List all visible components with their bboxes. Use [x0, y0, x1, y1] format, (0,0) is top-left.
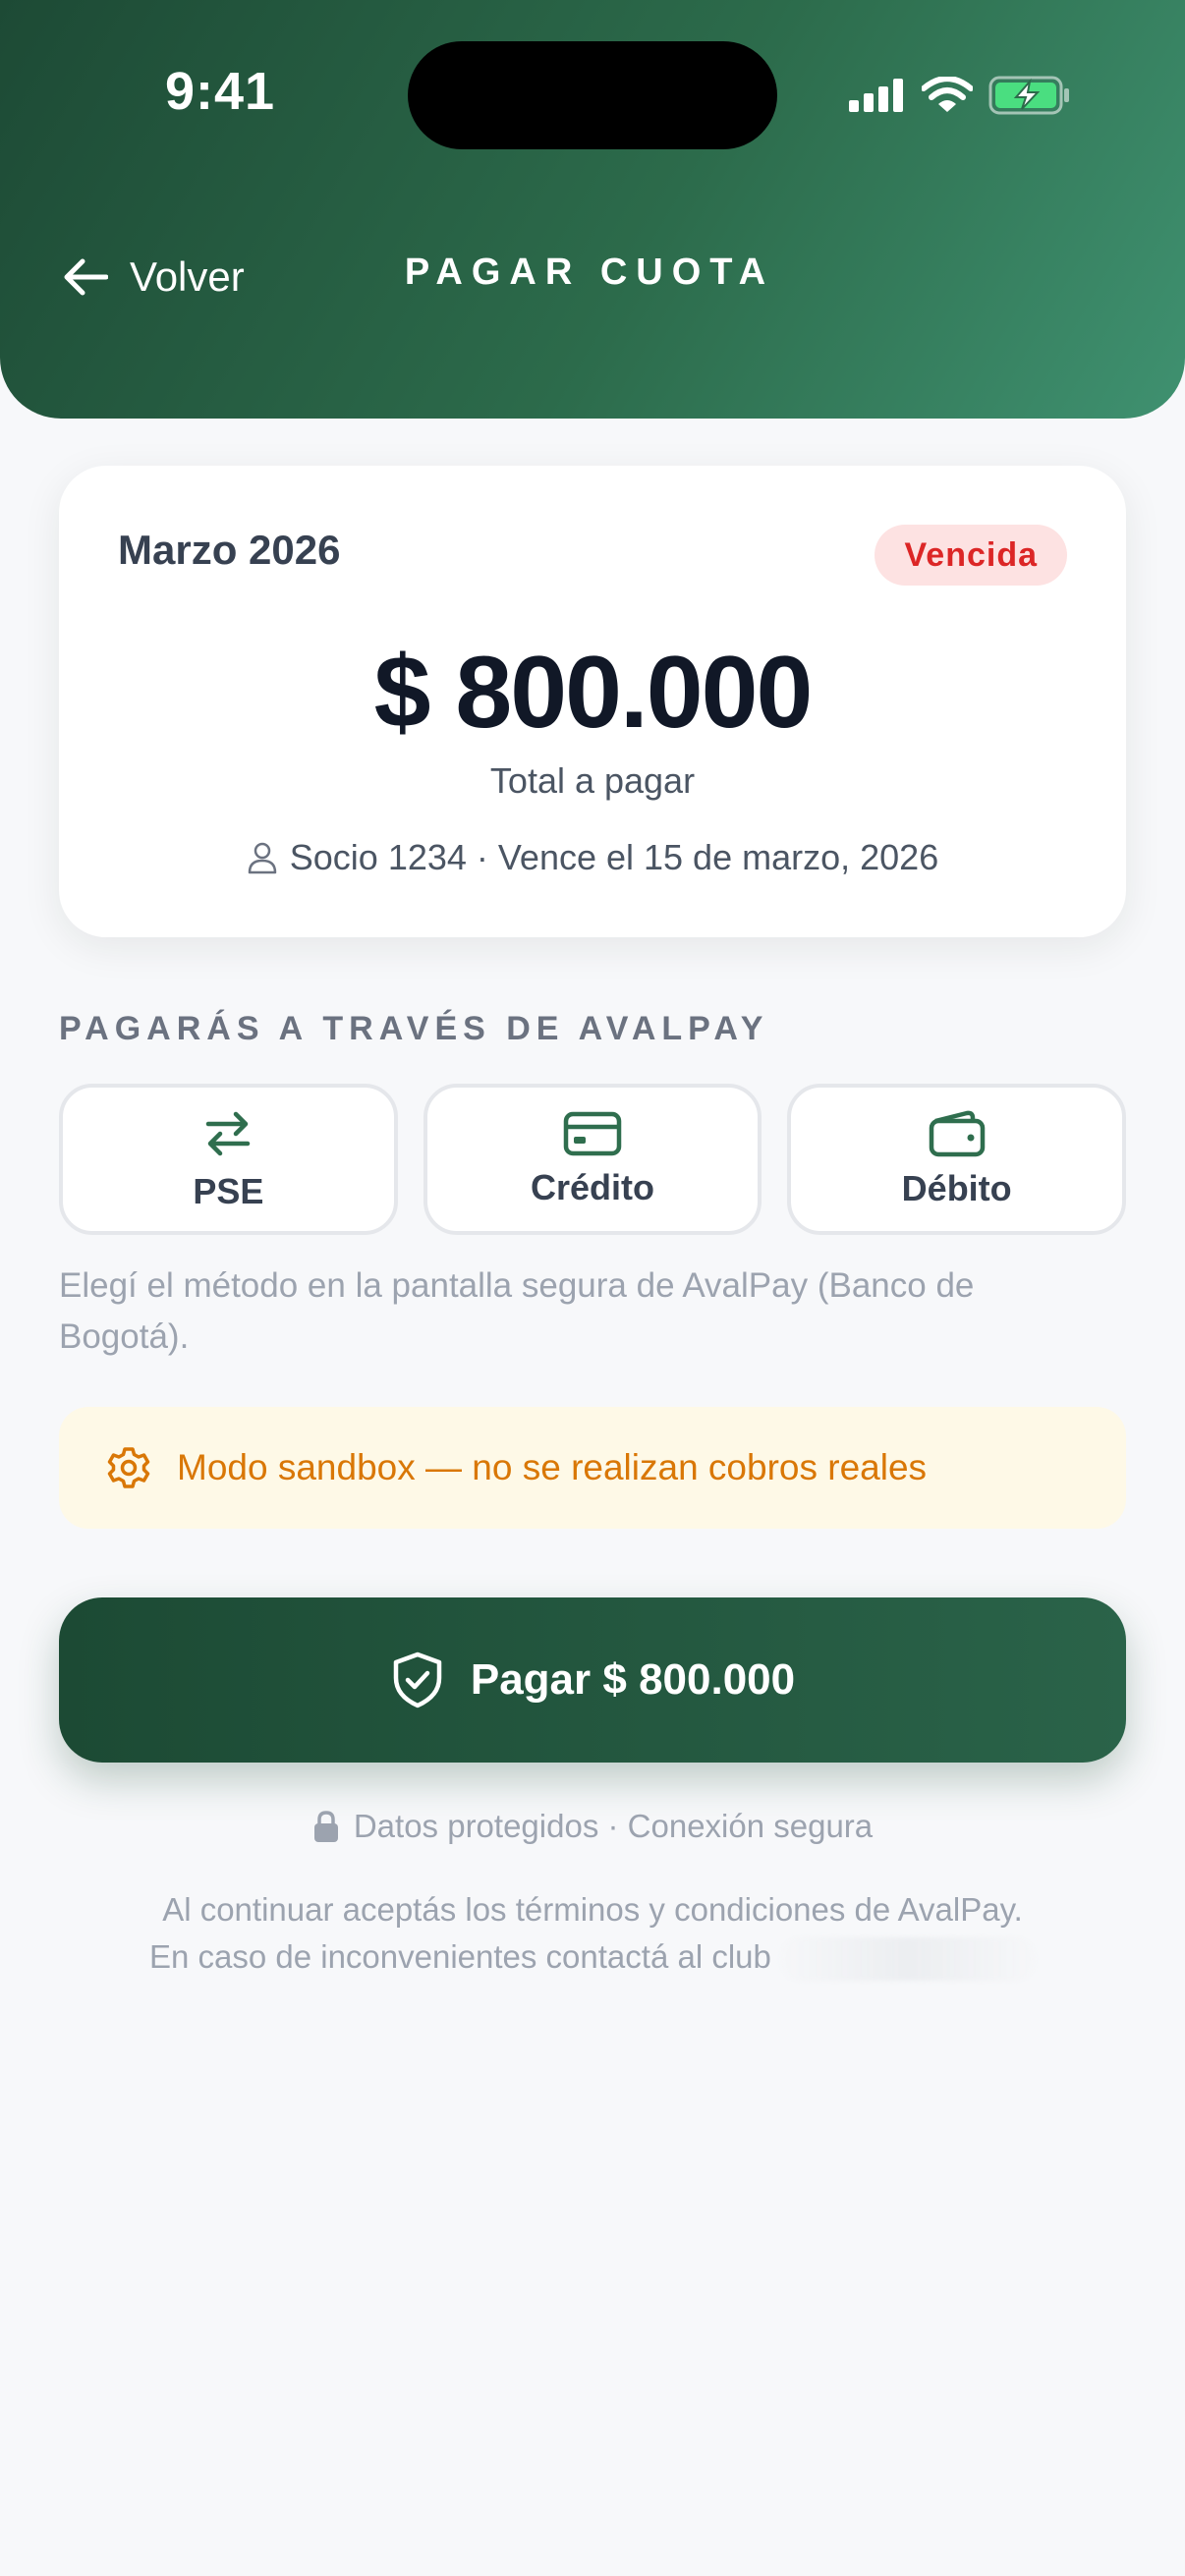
period-label: Marzo 2026	[118, 527, 341, 573]
user-icon	[248, 842, 277, 874]
wifi-icon	[922, 77, 973, 112]
security-note: Datos protegidos · Conexión segura	[0, 1808, 1185, 1845]
cellular-signal-icon	[849, 79, 903, 112]
terms-text: Al continuar aceptás los términos y cond…	[0, 1886, 1185, 1982]
status-badge: Vencida	[875, 525, 1067, 586]
header: 9:41 Volver PAGAR CUOTA	[0, 0, 1185, 419]
method-debito[interactable]: Débito	[787, 1084, 1127, 1235]
method-credito-label: Crédito	[531, 1167, 654, 1207]
page-title: PAGAR CUOTA	[404, 252, 775, 293]
method-credito[interactable]: Crédito	[423, 1084, 762, 1235]
amount-total: $ 800.000	[373, 636, 814, 750]
status-icons	[849, 71, 1071, 120]
status-time: 9:41	[165, 62, 276, 121]
terms-line-2-text: En caso de inconvenientes contactá al cl…	[148, 1938, 771, 1975]
member-due-info: Socio 1234 · Vence el 15 de marzo, 2026	[59, 837, 1126, 878]
amount-label: Total a pagar	[489, 760, 696, 801]
credit-card-icon	[563, 1111, 622, 1156]
redacted-contact	[780, 1937, 1037, 1982]
battery-charging-icon	[988, 76, 1069, 115]
terms-line-1: Al continuar aceptás los términos y cond…	[162, 1891, 1023, 1928]
payment-helper-text: Elegí el método en la pantalla segura de…	[59, 1266, 975, 1356]
method-pse[interactable]: PSE	[59, 1084, 398, 1235]
wallet-icon	[929, 1110, 985, 1157]
pay-button-label: Pagar $ 800.000	[470, 1655, 796, 1704]
sandbox-text: Modo sandbox — no se realizan cobros rea…	[177, 1447, 928, 1487]
terms-line-2: En caso de inconvenientes contactá al cl…	[0, 1933, 1185, 1982]
payment-section-label: PAGARÁS A TRAVÉS DE AVALPAY	[59, 1010, 769, 1047]
pay-button[interactable]: Pagar $ 800.000	[59, 1597, 1126, 1763]
shield-check-icon	[393, 1652, 442, 1708]
dynamic-island	[408, 41, 777, 149]
arrows-exchange-icon	[206, 1111, 251, 1156]
method-debito-label: Débito	[901, 1168, 1012, 1208]
lock-icon	[313, 1811, 338, 1842]
payment-methods: PSE Crédito Débito	[59, 1084, 1127, 1235]
security-note-text: Datos protegidos · Conexión segura	[353, 1808, 874, 1844]
member-due-text: Socio 1234 · Vence el 15 de marzo, 2026	[289, 837, 939, 877]
sandbox-notice: Modo sandbox — no se realizan cobros rea…	[59, 1407, 1126, 1529]
method-pse-label: PSE	[193, 1171, 264, 1211]
gear-icon	[107, 1447, 150, 1488]
payment-summary-card: Marzo 2026 Vencida $ 800.000 Total a pag…	[59, 466, 1126, 937]
